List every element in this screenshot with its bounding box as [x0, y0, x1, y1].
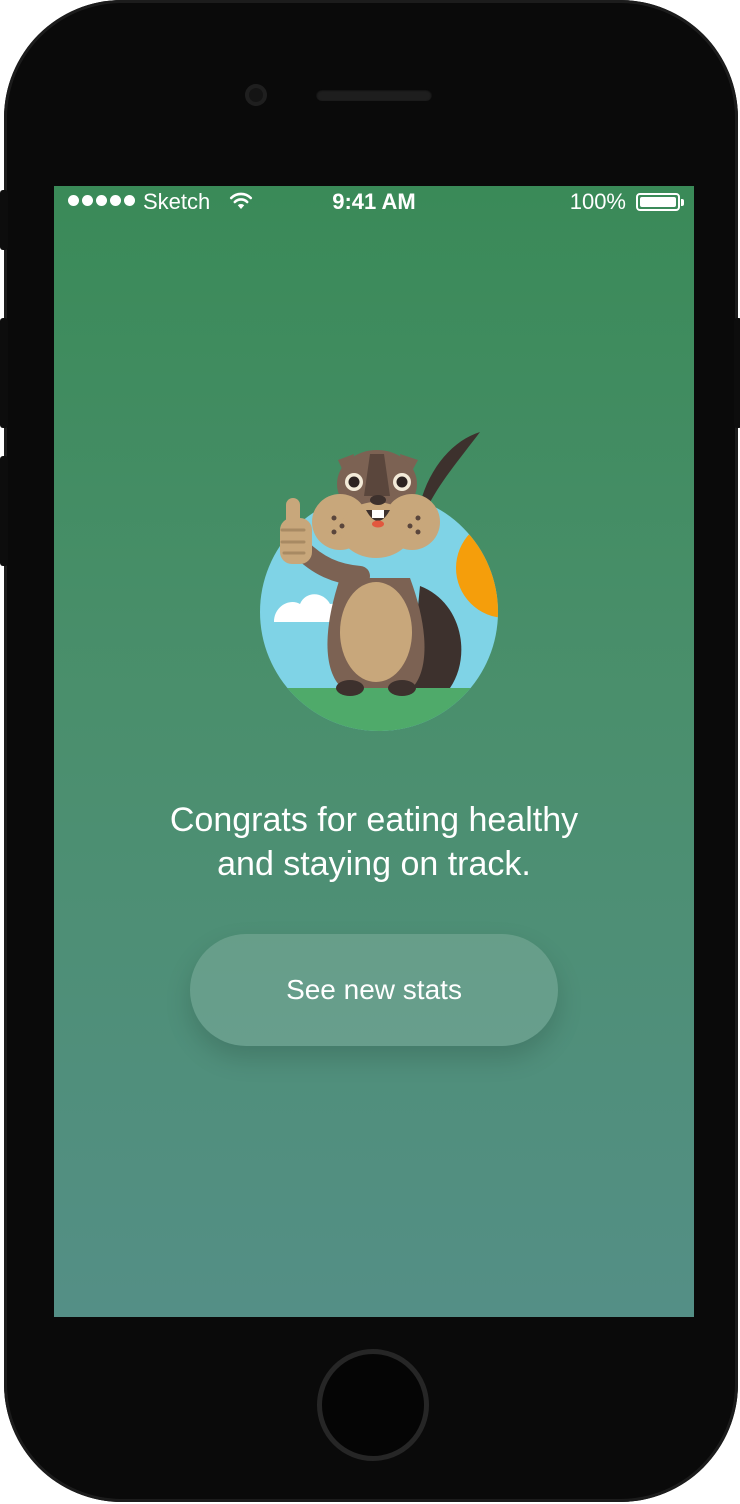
power-button — [734, 318, 740, 428]
home-button[interactable] — [317, 1349, 429, 1461]
congrats-message-line2: and staying on track. — [217, 845, 531, 883]
congrats-message: Congrats for eating healthy and staying … — [54, 798, 694, 886]
battery-icon — [636, 193, 680, 211]
congrats-message-line1: Congrats for eating healthy — [169, 801, 579, 839]
volume-down-button — [0, 456, 8, 566]
phone-frame: Sketch 9:41 AM 100% Congrats for eating … — [0, 0, 740, 1502]
mascot-illustration — [260, 432, 498, 731]
front-camera — [245, 84, 267, 106]
volume-up-button — [0, 318, 8, 428]
status-bar: Sketch 9:41 AM 100% — [54, 186, 694, 220]
mute-switch — [0, 190, 8, 250]
see-new-stats-button[interactable]: See new stats — [190, 934, 558, 1046]
app-screen: Sketch 9:41 AM 100% Congrats for eating … — [54, 186, 694, 1317]
battery-percentage: 100% — [569, 189, 626, 214]
battery-tip — [681, 199, 684, 206]
earpiece-speaker — [316, 89, 432, 101]
